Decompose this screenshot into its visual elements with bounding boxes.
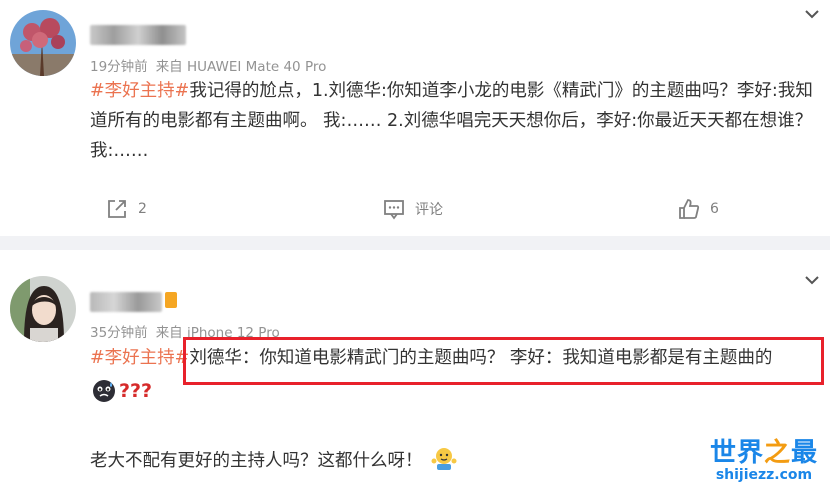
post-card: 19分钟前 来自 HUAWEI Mate 40 Pro #李好主持#我记得的尬点，…	[0, 0, 830, 236]
comment-text: 老大不配有更好的主持人吗？这都什么呀！	[90, 450, 423, 471]
avatar-image	[10, 10, 76, 76]
question-marks: ???	[119, 380, 153, 402]
comment-text-row: 老大不配有更好的主持人吗？这都什么呀！	[90, 446, 457, 472]
like-icon	[679, 199, 700, 219]
watermark-logo: 世界之最 shijiezz.com	[710, 432, 818, 483]
username-blurred[interactable]	[90, 292, 162, 312]
emoji-row: ???	[92, 379, 152, 403]
comment-icon	[384, 200, 404, 220]
post-body: 我记得的尬点，1.刘德华:你知道李小龙的电影《精武门》的主题曲吗？李好:我知道所…	[90, 81, 813, 161]
action-bar: 2 评论 6	[0, 194, 830, 224]
watermark-title: 世界之最	[709, 438, 818, 468]
repost-button[interactable]: 2	[106, 194, 147, 224]
post-meta: 19分钟前 来自 HUAWEI Mate 40 Pro	[90, 55, 326, 75]
vip-badge	[165, 292, 177, 308]
post-time: 35分钟前	[90, 325, 148, 341]
hashtag-link[interactable]: #李好主持#	[90, 81, 189, 101]
avatar-image	[10, 276, 76, 342]
post-text: #李好主持#我记得的尬点，1.刘德华:你知道李小龙的电影《精武门》的主题曲吗？李…	[90, 76, 820, 166]
repost-count: 2	[138, 201, 147, 217]
comment-button[interactable]: 评论	[383, 194, 443, 224]
chevron-down-icon[interactable]	[804, 6, 820, 22]
post-source: 来自 HUAWEI Mate 40 Pro	[155, 59, 327, 75]
like-count: 6	[710, 201, 719, 217]
username-blurred[interactable]	[90, 25, 186, 45]
like-button[interactable]: 6	[678, 194, 719, 224]
post-separator	[0, 236, 830, 250]
sweat-emoji-icon	[93, 380, 115, 402]
repost-icon	[108, 200, 126, 218]
post-time: 19分钟前	[90, 59, 148, 75]
highlight-box	[183, 337, 824, 385]
shrug-emoji-icon	[431, 448, 456, 470]
avatar[interactable]	[10, 276, 76, 342]
comment-label: 评论	[415, 202, 443, 218]
hashtag-link[interactable]: #李好主持#	[90, 348, 189, 368]
watermark-url: shijiezz.com	[715, 467, 813, 483]
avatar[interactable]	[10, 10, 76, 76]
chevron-down-icon[interactable]	[804, 272, 820, 288]
